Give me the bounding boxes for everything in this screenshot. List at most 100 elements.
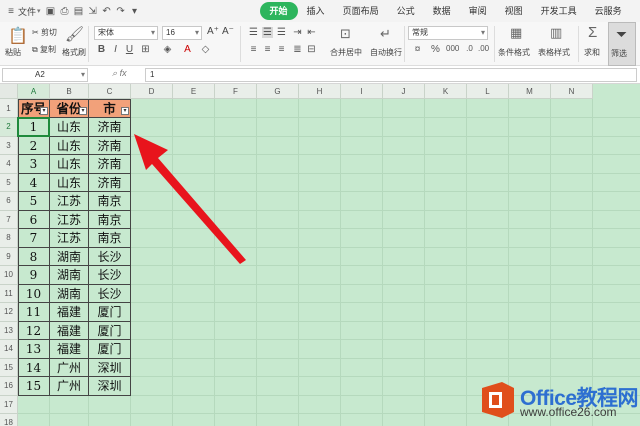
table-cell[interactable]: 10 bbox=[18, 284, 50, 303]
table-cell[interactable]: 湖南 bbox=[50, 266, 89, 285]
table-cell[interactable]: 厦门 bbox=[89, 321, 131, 340]
table-header-cell[interactable]: 序号 ▾ bbox=[18, 99, 50, 118]
distribute-icon[interactable]: ⊟ bbox=[306, 44, 317, 55]
table-cell[interactable]: 江苏 bbox=[50, 210, 89, 229]
filter-button[interactable]: ⏷ 筛选 bbox=[608, 22, 636, 66]
row-header[interactable]: 3 bbox=[0, 136, 18, 155]
row-header[interactable]: 6 bbox=[0, 192, 18, 211]
increase-decimal-icon[interactable]: .0 bbox=[464, 44, 475, 53]
merge-center-icon[interactable]: ⊡ bbox=[340, 26, 351, 42]
ribbon-tab[interactable]: 数据 bbox=[424, 2, 460, 20]
table-cell[interactable]: 厦门 bbox=[89, 303, 131, 322]
column-header[interactable]: E bbox=[173, 84, 215, 99]
row-header[interactable]: 13 bbox=[0, 321, 18, 340]
sheet-grid[interactable]: A B C D E F G H I J K L M N 1 2 3 4 5 6 7 8 9 10 11 12 13 14 15 16 17 1… bbox=[0, 84, 640, 426]
conditional-format-button[interactable]: 条件格式 bbox=[498, 47, 530, 58]
table-cell[interactable]: 12 bbox=[18, 321, 50, 340]
row-header[interactable]: 10 bbox=[0, 266, 18, 285]
filter-dropdown-icon[interactable]: ▾ bbox=[79, 107, 87, 115]
column-header[interactable]: B bbox=[50, 84, 89, 99]
row-header[interactable]: 11 bbox=[0, 284, 18, 303]
column-header[interactable]: A bbox=[18, 84, 50, 99]
table-cell[interactable]: 长沙 bbox=[89, 284, 131, 303]
table-cell[interactable]: 2 bbox=[18, 136, 50, 155]
row-header[interactable]: 7 bbox=[0, 210, 18, 229]
ribbon-tab[interactable]: 审阅 bbox=[460, 2, 496, 20]
table-cell[interactable]: 厦门 bbox=[89, 340, 131, 359]
clear-format-icon[interactable]: ◇ bbox=[200, 44, 211, 55]
table-cell[interactable]: 9 bbox=[18, 266, 50, 285]
merge-center-button[interactable]: 合并居中 bbox=[330, 47, 362, 58]
table-cell[interactable]: 13 bbox=[18, 340, 50, 359]
ribbon-tab[interactable]: 公式 bbox=[388, 2, 424, 20]
column-header[interactable]: M bbox=[509, 84, 551, 99]
row-header[interactable]: 18 bbox=[0, 414, 18, 426]
wrap-text-icon[interactable]: ↵ bbox=[380, 26, 391, 42]
table-cell[interactable]: 广州 bbox=[50, 358, 89, 377]
table-cell[interactable]: 南京 bbox=[89, 229, 131, 248]
ribbon-tab[interactable]: 开发工具 bbox=[532, 2, 586, 20]
row-header[interactable]: 1 bbox=[0, 99, 18, 118]
font-color-icon[interactable]: A bbox=[182, 44, 193, 55]
table-cell[interactable]: 福建 bbox=[50, 340, 89, 359]
table-cell[interactable]: 11 bbox=[18, 303, 50, 322]
column-header[interactable]: L bbox=[467, 84, 509, 99]
table-cell[interactable]: 4 bbox=[18, 173, 50, 192]
font-shrink-button[interactable]: A⁻ bbox=[222, 26, 234, 37]
filter-dropdown-icon[interactable]: ▾ bbox=[40, 107, 48, 115]
paste-icon[interactable]: 📋 bbox=[8, 26, 28, 46]
table-cell[interactable]: 3 bbox=[18, 155, 50, 174]
column-header[interactable]: I bbox=[341, 84, 383, 99]
undo-icon[interactable]: ↶ bbox=[100, 4, 114, 18]
table-cell[interactable]: 福建 bbox=[50, 321, 89, 340]
align-middle-icon[interactable]: ☰ bbox=[262, 27, 273, 38]
table-cell[interactable]: 广州 bbox=[50, 377, 89, 396]
row-header[interactable]: 14 bbox=[0, 340, 18, 359]
row-header[interactable]: 12 bbox=[0, 303, 18, 322]
format-painter-icon[interactable]: 🖌 bbox=[65, 25, 84, 43]
font-name-select[interactable]: 宋体 bbox=[94, 26, 158, 40]
cut-button[interactable]: ✂ 剪切 bbox=[32, 27, 57, 38]
table-cell[interactable]: 7 bbox=[18, 229, 50, 248]
currency-icon[interactable]: ¤ bbox=[412, 44, 423, 55]
sum-button[interactable]: 求和 bbox=[584, 47, 600, 58]
row-header[interactable]: 8 bbox=[0, 229, 18, 248]
ribbon-tab[interactable]: 视图 bbox=[496, 2, 532, 20]
table-cell[interactable]: 济南 bbox=[89, 136, 131, 155]
table-cell[interactable]: 济南 bbox=[89, 173, 131, 192]
ribbon-tab[interactable]: 开始 bbox=[259, 2, 298, 20]
fill-color-icon[interactable]: ◈ bbox=[162, 44, 173, 55]
align-left-icon[interactable]: ≡ bbox=[248, 44, 259, 55]
row-header[interactable]: 9 bbox=[0, 247, 18, 266]
thousands-separator-icon[interactable]: 000 bbox=[446, 44, 459, 53]
conditional-format-icon[interactable]: ▦ bbox=[510, 25, 522, 41]
app-menu[interactable]: ≡ 文件 ▾ bbox=[4, 4, 40, 18]
table-cell[interactable]: 山东 bbox=[50, 136, 89, 155]
column-header[interactable]: C bbox=[89, 84, 131, 99]
filter-dropdown-icon[interactable]: ▾ bbox=[121, 107, 129, 115]
fx-label[interactable]: fx bbox=[120, 68, 127, 78]
print-preview-icon[interactable]: ▤ bbox=[72, 4, 86, 18]
table-cell[interactable]: 江苏 bbox=[50, 229, 89, 248]
table-cell[interactable]: 6 bbox=[18, 210, 50, 229]
table-cell[interactable]: 8 bbox=[18, 247, 50, 266]
print-icon[interactable]: ⎙ bbox=[58, 4, 72, 18]
column-header[interactable]: N bbox=[551, 84, 593, 99]
export-icon[interactable]: ⇲ bbox=[86, 4, 100, 18]
align-bottom-icon[interactable]: ☰ bbox=[276, 27, 287, 38]
table-cell[interactable]: 湖南 bbox=[50, 284, 89, 303]
column-header[interactable]: F bbox=[215, 84, 257, 99]
row-header[interactable]: 4 bbox=[0, 155, 18, 174]
table-header-cell[interactable]: 省份 ▾ bbox=[50, 99, 89, 118]
select-all-corner[interactable] bbox=[0, 84, 18, 99]
row-header[interactable]: 5 bbox=[0, 173, 18, 192]
table-style-icon[interactable]: ▥ bbox=[550, 25, 562, 41]
column-header[interactable]: J bbox=[383, 84, 425, 99]
align-top-icon[interactable]: ☰ bbox=[248, 27, 259, 38]
table-header-cell[interactable]: 市 ▾ bbox=[89, 99, 131, 118]
sum-icon[interactable]: Σ bbox=[588, 24, 597, 41]
table-cell[interactable]: 长沙 bbox=[89, 266, 131, 285]
font-grow-button[interactable]: A⁺ bbox=[207, 26, 219, 37]
table-cell[interactable]: 福建 bbox=[50, 303, 89, 322]
table-cell[interactable]: 5 bbox=[18, 192, 50, 211]
